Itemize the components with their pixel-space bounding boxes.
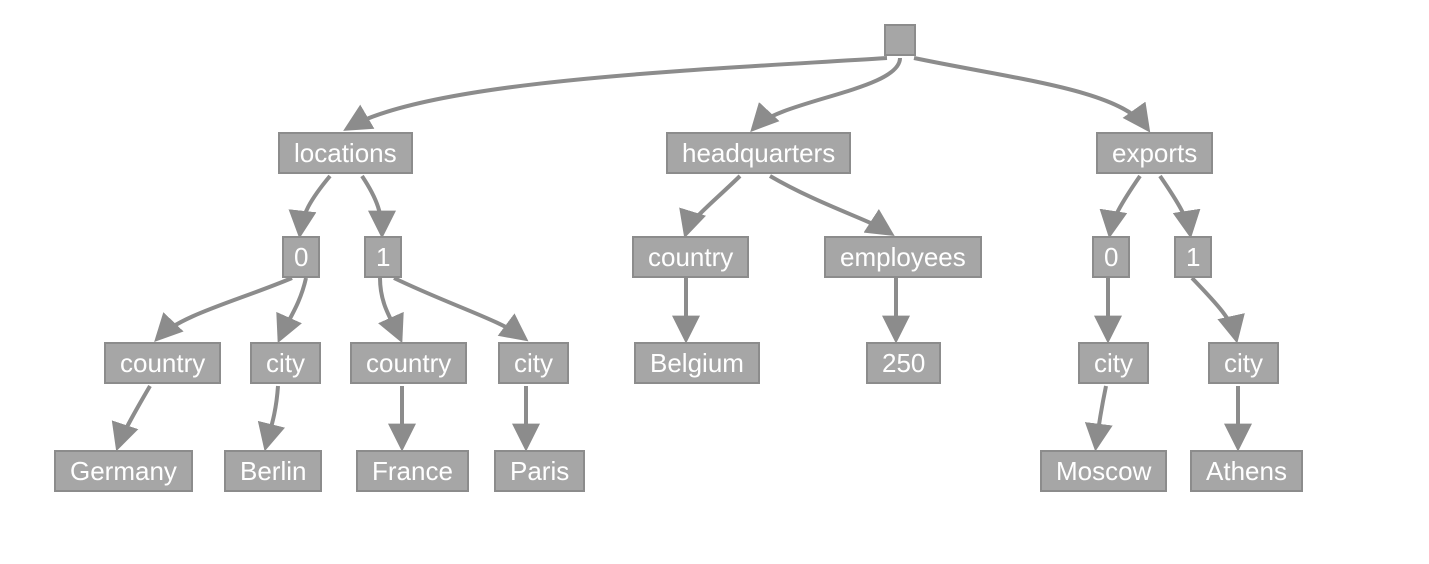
node-exports-1-city: city [1208,342,1279,384]
node-exports-0-city: city [1078,342,1149,384]
node-belgium: Belgium [634,342,760,384]
node-250: 250 [866,342,941,384]
node-athens: Athens [1190,450,1303,492]
node-locations-0-city: city [250,342,321,384]
node-headquarters: headquarters [666,132,851,174]
node-hq-country: country [632,236,749,278]
tree-diagram: locations headquarters exports 0 1 count… [0,0,1429,564]
node-hq-employees: employees [824,236,982,278]
node-exports-0: 0 [1092,236,1130,278]
node-germany: Germany [54,450,193,492]
node-locations-0: 0 [282,236,320,278]
node-locations: locations [278,132,413,174]
node-locations-1-city: city [498,342,569,384]
node-exports: exports [1096,132,1213,174]
node-france: France [356,450,469,492]
node-exports-1: 1 [1174,236,1212,278]
node-locations-1: 1 [364,236,402,278]
node-berlin: Berlin [224,450,322,492]
node-root [884,24,916,56]
node-locations-0-country: country [104,342,221,384]
node-locations-1-country: country [350,342,467,384]
node-paris: Paris [494,450,585,492]
node-moscow: Moscow [1040,450,1167,492]
